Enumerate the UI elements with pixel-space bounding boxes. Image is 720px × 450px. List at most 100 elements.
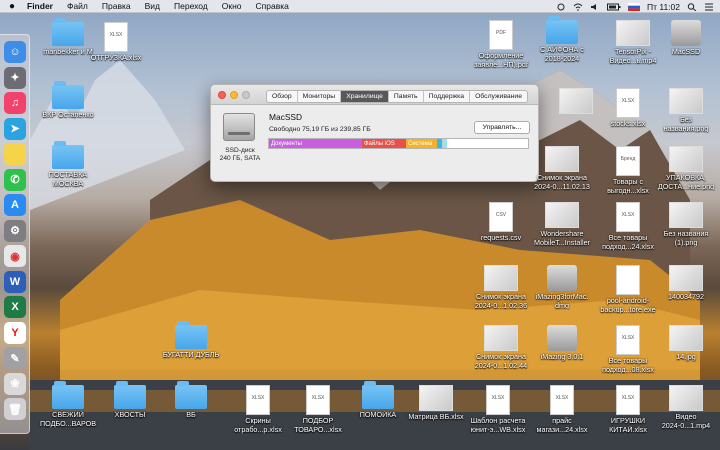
app-store-icon[interactable]: A	[4, 194, 26, 216]
folder-icon	[175, 321, 207, 349]
document-icon: XLSX	[246, 385, 270, 415]
document-icon: XLSX	[306, 385, 330, 415]
menu-app-name[interactable]: Finder	[20, 0, 60, 13]
desktop-icon[interactable]: УПАКОВКА, ДОСТА...ние.png	[650, 146, 720, 191]
icon-label: ВБ	[186, 411, 196, 419]
ssd-drive-icon	[223, 113, 255, 141]
launchpad-icon[interactable]: ✦	[4, 66, 26, 89]
desktop-icon[interactable]: iMazing3forMac. dmg	[526, 265, 598, 310]
status-camera-icon[interactable]	[556, 3, 566, 11]
menu-clock[interactable]: Пт 11:02	[647, 2, 680, 12]
disk-image-icon	[547, 265, 577, 291]
tab-storage[interactable]: Хранилище	[341, 91, 389, 102]
document-type-tag: XLSX	[555, 395, 569, 401]
image-thumbnail-icon	[545, 146, 579, 172]
document-type-tag: XLSX	[251, 395, 265, 401]
desktop-icon[interactable]: ВКР Остапенко	[32, 81, 104, 120]
menu-bar: ● Finder Файл Правка Вид Переход Окно Сп…	[0, 0, 720, 13]
apple-menu-icon[interactable]: ●	[4, 1, 20, 12]
menu-edit[interactable]: Правка	[95, 0, 138, 13]
menu-window[interactable]: Окно	[215, 0, 249, 13]
desktop-icon[interactable]: Видео 2024-0...1.mp4	[650, 385, 720, 430]
desktop-icon[interactable]: MacSSD	[650, 20, 720, 57]
menu-file[interactable]: Файл	[60, 0, 95, 13]
folder-icon	[52, 141, 84, 169]
desktop-icon[interactable]: iMazing 3.0.1	[526, 325, 598, 362]
excel-icon[interactable]: X	[4, 296, 26, 318]
tab-memory[interactable]: Память	[389, 91, 424, 102]
folder-icon	[362, 381, 394, 409]
tab-displays[interactable]: Мониторы	[298, 91, 342, 102]
telegram-icon[interactable]: ➤	[4, 117, 26, 140]
about-this-mac-window[interactable]: Обзор Мониторы Хранилище Память Поддержк…	[210, 84, 539, 182]
document-icon: CSV	[489, 202, 513, 232]
disk-image-icon	[671, 20, 701, 46]
icon-label: Wondershare	[540, 230, 584, 238]
tab-service[interactable]: Обслуживание	[470, 91, 527, 102]
image-thumbnail-icon	[669, 202, 703, 228]
icon-label: Без названия	[663, 230, 709, 238]
disk-image-icon	[547, 325, 577, 351]
preview-icon[interactable]: ✎	[4, 347, 26, 369]
desktop-icon[interactable]: С АЙФОНА с 2018-2024	[526, 16, 598, 63]
desktop-icon[interactable]: XLSX ОТГРУЗКА.xlsx	[80, 22, 152, 63]
minimize-icon[interactable]	[230, 91, 238, 99]
tab-support[interactable]: Поддержка	[424, 91, 471, 102]
folder-icon	[175, 381, 207, 409]
notification-center-icon[interactable]	[704, 3, 714, 11]
desktop-icon[interactable]: Без названия (1).png	[650, 202, 720, 247]
image-thumbnail-icon	[419, 385, 453, 411]
trash-icon[interactable]: 🗑	[4, 398, 26, 420]
desktop-icon[interactable]: XLSX Шаблон расчета юнит-э...WB.xlsx	[462, 385, 534, 434]
image-thumbnail-icon	[616, 20, 650, 46]
icon-label-line2: подход...08.xlsx	[602, 365, 654, 374]
document-type-tag: CSV	[495, 212, 507, 218]
finder-icon[interactable]: ☺	[4, 41, 26, 63]
music-icon[interactable]: ♫	[4, 92, 26, 114]
yandex-icon[interactable]: Y	[4, 321, 26, 344]
menu-go[interactable]: Переход	[167, 0, 215, 13]
icon-label: 140034792	[668, 293, 704, 301]
photos-icon[interactable]: ❀	[4, 372, 26, 395]
tab-overview[interactable]: Обзор	[267, 91, 298, 102]
close-icon[interactable]	[218, 91, 226, 99]
desktop-icon[interactable]: Снимок экрана 2024-0...11.02.13	[526, 146, 598, 191]
chrome-icon[interactable]: ◉	[4, 245, 26, 267]
window-titlebar[interactable]: Обзор Мониторы Хранилище Память Поддержк…	[211, 85, 538, 105]
system-preferences-icon[interactable]: ⚙	[4, 219, 26, 242]
folder-icon	[546, 16, 578, 44]
storage-segment	[442, 139, 447, 148]
spotlight-icon[interactable]	[687, 2, 697, 11]
volume-icon[interactable]	[590, 3, 600, 11]
battery-icon[interactable]	[606, 3, 621, 11]
image-thumbnail-icon	[484, 265, 518, 291]
desktop-icon[interactable]: Без названия.png	[650, 88, 720, 133]
icon-label: Видео	[675, 413, 697, 421]
icon-label: iMazing 3.0.1	[540, 353, 584, 361]
flag-icon[interactable]	[627, 2, 640, 11]
icon-label-line2: МОСКВА	[52, 179, 84, 188]
document-icon: XLSX	[550, 385, 574, 415]
desktop-icon[interactable]: XLSX прайс магази...24.xlsx	[526, 385, 598, 434]
desktop-icon[interactable]: ПОСТАВКА МОСКВА	[32, 141, 104, 188]
icon-label-line2: названия.png	[663, 124, 709, 133]
word-icon[interactable]: W	[4, 270, 26, 293]
notes-icon[interactable]	[4, 143, 26, 165]
menu-view[interactable]: Вид	[138, 0, 167, 13]
wifi-icon[interactable]	[573, 3, 583, 11]
zoom-icon	[242, 91, 250, 99]
desktop-icon[interactable]: ВБ	[155, 381, 227, 420]
manage-button[interactable]: Управлять...	[474, 121, 530, 134]
image-thumbnail-icon	[545, 202, 579, 228]
desktop-icon[interactable]: 140034792	[650, 265, 720, 302]
desktop-icon[interactable]: БУГАТТИ ДУБЛЬ	[155, 321, 227, 360]
document-icon: XLSX	[616, 325, 640, 355]
tab-bar: Обзор Мониторы Хранилище Память Поддержк…	[266, 90, 528, 103]
whatsapp-icon[interactable]: ✆	[4, 168, 26, 191]
icon-label-line2: ДОСТА...ние.png	[657, 182, 715, 191]
icon-label-line2: 2024-0...1.mp4	[661, 421, 711, 430]
desktop-icon[interactable]: 14.jpg	[650, 325, 720, 362]
document-icon: XLSX	[104, 22, 128, 52]
menu-help[interactable]: Справка	[249, 0, 296, 13]
desktop-icon[interactable]: Wondershare MobileT...Installer	[526, 202, 598, 247]
